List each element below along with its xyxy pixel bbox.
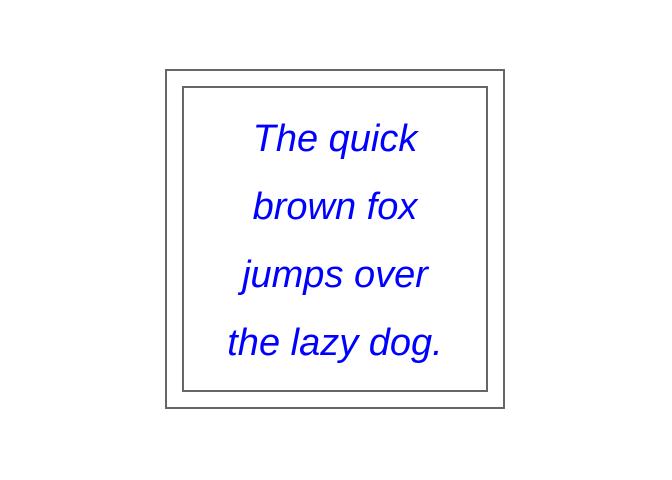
page: The quick brown fox jumps over the lazy … [0, 0, 672, 480]
text-line-2: brown fox [252, 186, 418, 228]
pangram-text: The quick brown fox jumps over the lazy … [184, 118, 486, 394]
text-line-4: the lazy dog. [227, 322, 443, 364]
inner-frame: The quick brown fox jumps over the lazy … [182, 86, 488, 392]
text-line-1: The quick [252, 118, 418, 160]
outer-frame: The quick brown fox jumps over the lazy … [165, 69, 505, 409]
text-line-3: jumps over [242, 254, 428, 296]
